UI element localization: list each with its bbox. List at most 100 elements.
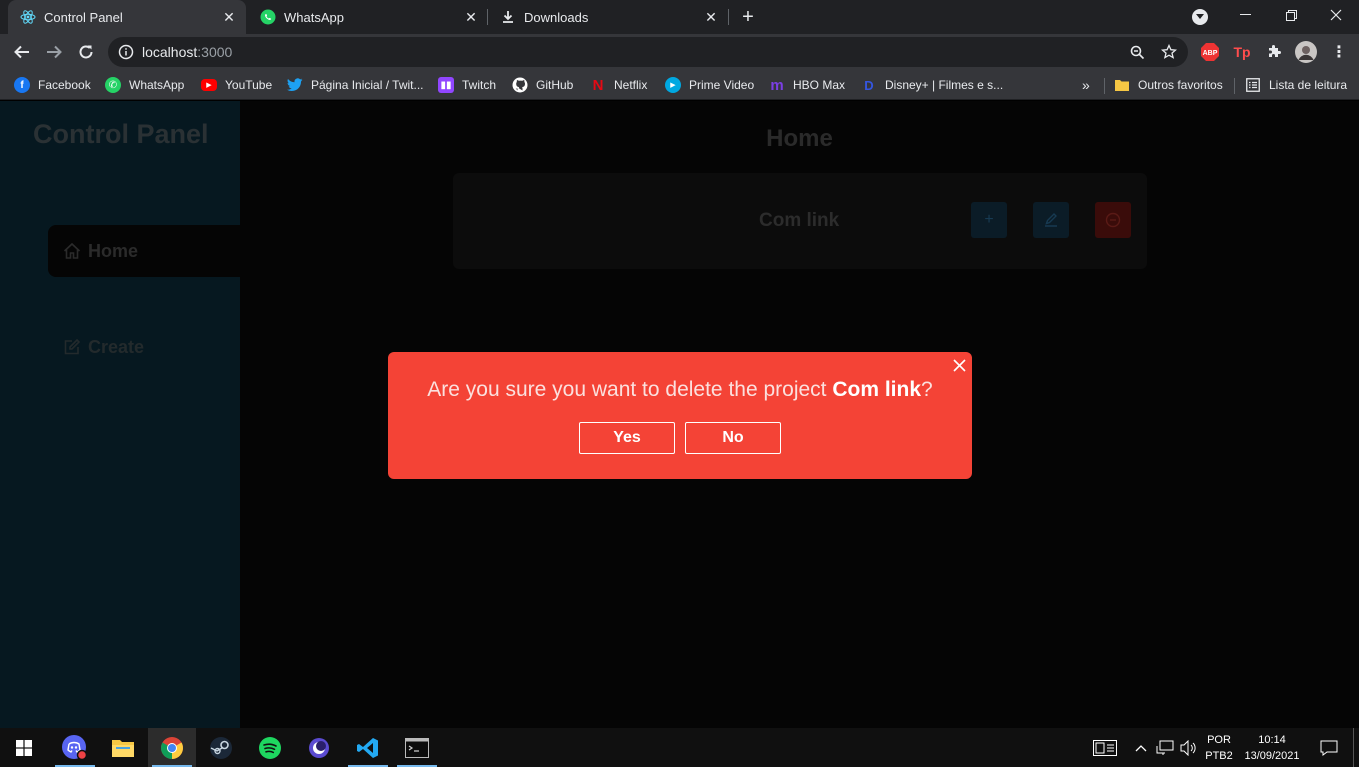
address-bar[interactable]: localhost:3000 [108, 37, 1188, 67]
bookmark-github[interactable]: GitHub [512, 75, 573, 95]
bookmark-label: GitHub [536, 78, 574, 92]
zoom-icon[interactable] [1128, 43, 1146, 61]
bookmark-whatsapp[interactable]: ✆ WhatsApp [105, 75, 184, 95]
extensions-puzzle-icon[interactable] [1264, 42, 1284, 62]
tab-title: Downloads [524, 9, 589, 25]
tab-control-panel[interactable]: Control Panel ✕ [8, 0, 246, 34]
taskbar-app-orb[interactable] [295, 728, 343, 767]
bookmark-netflix[interactable]: N Netflix [590, 75, 648, 95]
start-button[interactable] [0, 728, 48, 767]
show-hidden-icons-chevron-icon[interactable] [1130, 728, 1152, 767]
bookmark-label: Netflix [614, 78, 648, 92]
bookmark-separator [1234, 78, 1235, 94]
bookmarks-bar: f Facebook ✆ WhatsApp ▶ YouTube Página I… [0, 70, 1359, 100]
bookmark-label: Página Inicial / Twit... [311, 78, 424, 92]
chrome-icon [161, 736, 183, 759]
tab-whatsapp[interactable]: WhatsApp ✕ [248, 0, 488, 34]
yes-button[interactable]: Yes [579, 422, 675, 454]
modal-project-name: Com link [832, 378, 922, 401]
restore-icon [1285, 9, 1297, 21]
reload-icon [79, 45, 93, 59]
bookmark-label: Disney+ | Filmes e s... [885, 78, 1004, 92]
delete-confirm-modal: Are you sure you want to delete the proj… [388, 352, 972, 479]
bookmark-label: Outros favoritos [1138, 78, 1223, 92]
bookmark-label: Twitch [462, 78, 497, 92]
twitch-icon: ▮▮ [438, 77, 454, 93]
more-bookmarks-chevron-icon[interactable]: » [1082, 75, 1090, 95]
clock-time: 10:14 [1258, 733, 1286, 746]
close-icon[interactable]: ✕ [220, 8, 238, 26]
bookmark-twitter[interactable]: Página Inicial / Twit... [287, 75, 424, 95]
new-tab-button[interactable]: + [737, 6, 759, 28]
browser-toolbar: localhost:3000 ABP Tp ⋮ [0, 34, 1359, 70]
show-desktop-button[interactable] [1353, 728, 1354, 767]
taskbar-discord[interactable] [51, 728, 99, 767]
adblock-plus-icon[interactable]: ABP [1200, 42, 1220, 62]
taskbar-file-explorer[interactable] [99, 728, 147, 767]
language-code: POR [1207, 733, 1231, 746]
forward-button[interactable] [40, 38, 68, 66]
bookmark-prime-video[interactable]: ▶ Prime Video [665, 75, 754, 95]
steam-icon [210, 736, 232, 759]
language-indicator[interactable]: POR PTB2 [1200, 728, 1238, 767]
whatsapp-icon [260, 9, 276, 25]
bookmark-twitch[interactable]: ▮▮ Twitch [438, 75, 496, 95]
minimize-button[interactable] [1222, 0, 1268, 30]
tab-search-button[interactable] [1192, 9, 1208, 25]
taskbar-spotify[interactable] [246, 728, 294, 767]
bookmark-label: WhatsApp [129, 78, 185, 92]
close-icon[interactable]: ✕ [702, 8, 720, 26]
taskbar-vscode[interactable] [344, 728, 392, 767]
menu-dots-icon[interactable]: ⋮ [1329, 42, 1349, 62]
download-icon [500, 9, 516, 25]
clock[interactable]: 10:14 13/09/2021 [1240, 728, 1304, 767]
whatsapp-icon: ✆ [105, 77, 121, 93]
react-icon [20, 9, 36, 25]
bookmark-label: HBO Max [793, 78, 846, 92]
modal-message: Are you sure you want to delete the proj… [388, 378, 972, 402]
bookmark-other-favorites[interactable]: Outros favoritos [1114, 75, 1223, 95]
notifications-icon[interactable] [1314, 728, 1344, 767]
prime-video-icon: ▶ [665, 77, 681, 93]
bookmark-hbo-max[interactable]: m HBO Max [769, 75, 845, 95]
url-text: localhost:3000 [142, 44, 232, 60]
tab-downloads[interactable]: Downloads ✕ [488, 0, 728, 34]
reload-button[interactable] [72, 38, 100, 66]
bookmark-youtube[interactable]: ▶ YouTube [201, 75, 272, 95]
twitter-icon [287, 77, 303, 93]
network-icon[interactable] [1154, 728, 1176, 767]
tab-title: WhatsApp [284, 9, 344, 25]
chevron-down-icon [1196, 14, 1204, 19]
bookmark-label: YouTube [225, 78, 273, 92]
keyboard-layout-icon [1093, 739, 1117, 756]
tp-extension-icon[interactable]: Tp [1232, 42, 1252, 62]
bookmark-facebook[interactable]: f Facebook [14, 75, 91, 95]
hbo-max-icon: m [770, 76, 784, 94]
bookmark-separator [1104, 78, 1105, 94]
volume-icon[interactable] [1178, 728, 1200, 767]
folder-icon [112, 739, 134, 757]
back-button[interactable] [8, 38, 36, 66]
star-icon[interactable] [1160, 43, 1178, 61]
tray-keyboard-icon[interactable] [1090, 728, 1120, 767]
no-button[interactable]: No [685, 422, 781, 454]
bookmark-label: Prime Video [689, 78, 755, 92]
bookmark-disney-plus[interactable]: D Disney+ | Filmes e s... [861, 75, 1003, 95]
taskbar-steam[interactable] [197, 728, 245, 767]
reading-list-button[interactable]: Lista de leitura [1245, 75, 1347, 95]
close-icon[interactable]: ✕ [462, 8, 480, 26]
taskbar-chrome[interactable] [148, 728, 196, 767]
taskbar-terminal[interactable] [393, 728, 441, 767]
clock-date: 13/09/2021 [1244, 749, 1300, 762]
restore-button[interactable] [1268, 0, 1314, 30]
modal-overlay[interactable]: Are you sure you want to delete the proj… [0, 101, 1359, 728]
profile-avatar[interactable] [1295, 41, 1317, 63]
close-window-button[interactable] [1313, 0, 1359, 30]
tab-separator [728, 9, 729, 25]
url-host: localhost [142, 44, 198, 60]
spotify-icon [259, 736, 281, 759]
info-icon[interactable] [118, 44, 134, 60]
tab-title: Control Panel [44, 9, 123, 25]
close-icon[interactable] [950, 356, 968, 374]
keyboard-layout-code: PTB2 [1205, 749, 1233, 762]
